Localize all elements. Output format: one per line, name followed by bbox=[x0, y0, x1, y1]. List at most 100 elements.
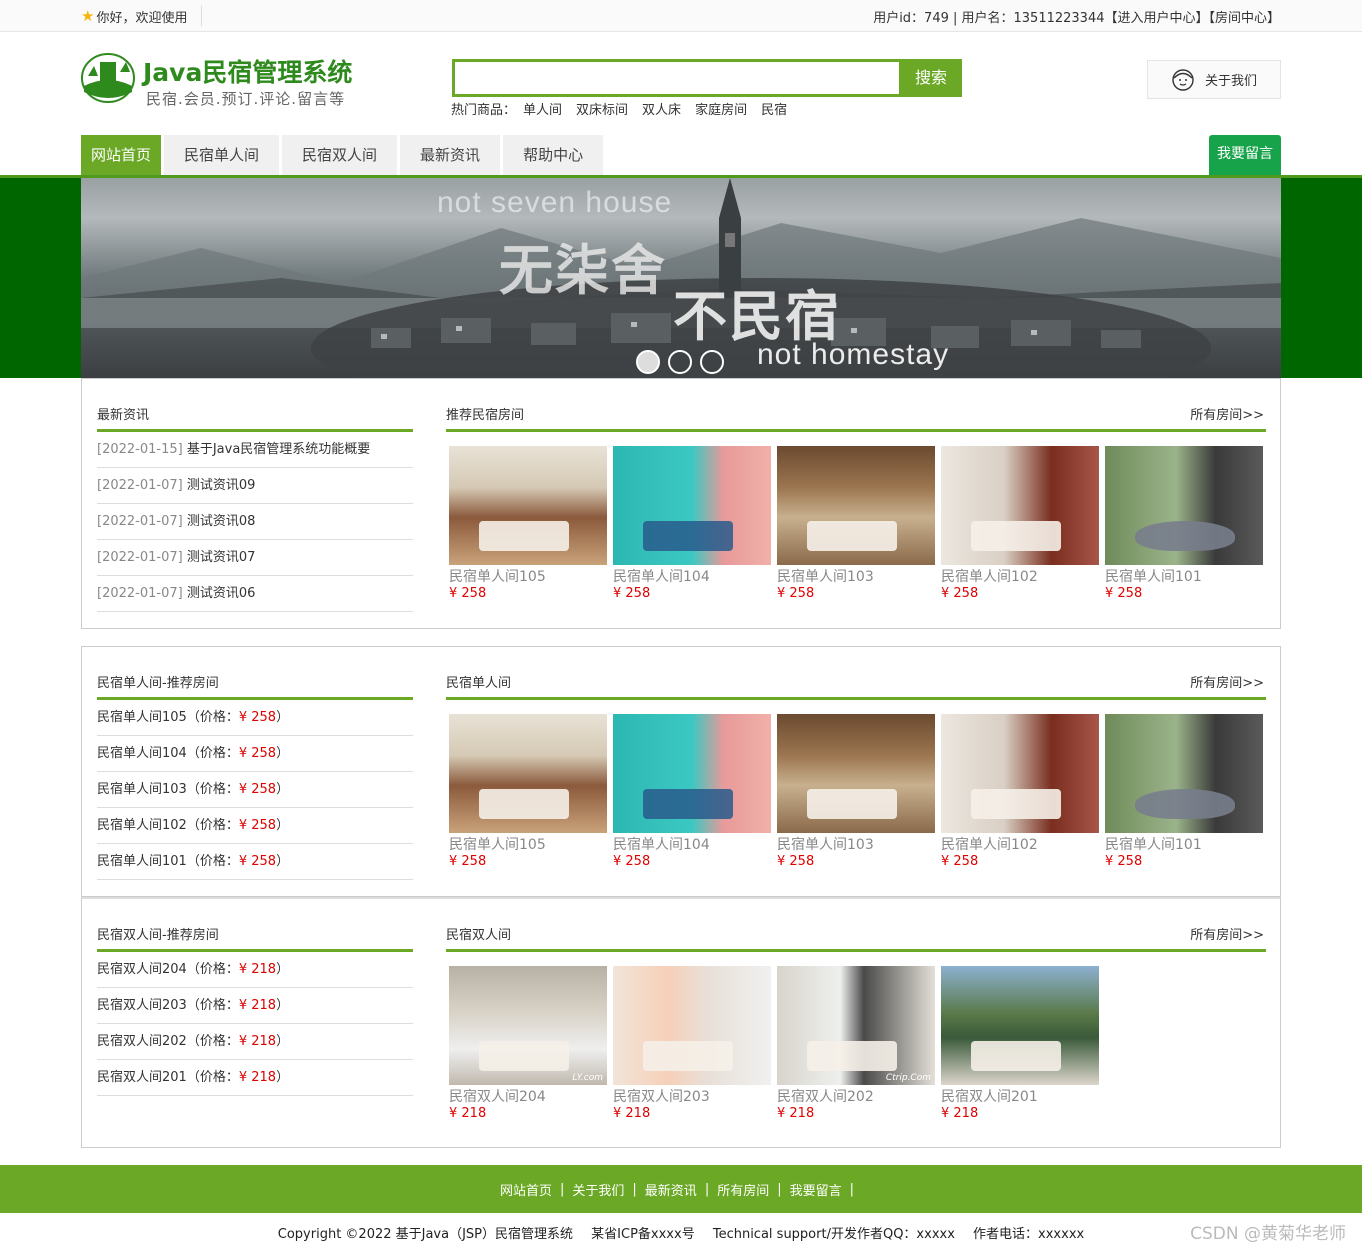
news-title-link[interactable]: 测试资讯07 bbox=[187, 550, 256, 565]
search-input[interactable] bbox=[452, 59, 902, 97]
all-rooms-link[interactable]: 所有房间>> bbox=[1190, 672, 1264, 691]
room-card[interactable]: 民宿单人间105 ¥ 258 bbox=[449, 714, 607, 870]
all-rooms-link[interactable]: 所有房间>> bbox=[1190, 924, 1264, 943]
double-side-item[interactable]: 民宿双人间201（价格：¥ 218） bbox=[97, 1060, 413, 1096]
room-photo[interactable] bbox=[613, 446, 771, 565]
side-room-name[interactable]: 民宿单人间101 bbox=[97, 854, 187, 869]
nav-help[interactable]: 帮助中心 bbox=[503, 135, 604, 175]
hot-item[interactable]: 单人间 bbox=[523, 99, 562, 118]
search-button[interactable]: 搜索 bbox=[900, 59, 962, 97]
room-name[interactable]: 民宿单人间104 bbox=[613, 836, 771, 854]
nav-news[interactable]: 最新资讯 bbox=[400, 135, 501, 175]
carousel-dot[interactable] bbox=[636, 350, 660, 374]
side-room-name[interactable]: 民宿单人间103 bbox=[97, 782, 187, 797]
side-room-name[interactable]: 民宿单人间102 bbox=[97, 818, 187, 833]
room-photo[interactable]: Ctrip.Com bbox=[777, 966, 935, 1085]
double-side-item[interactable]: 民宿双人间203（价格：¥ 218） bbox=[97, 988, 413, 1024]
room-card[interactable]: Ctrip.Com 民宿双人间202 ¥ 218 bbox=[777, 966, 935, 1122]
room-card[interactable]: 民宿单人间102 ¥ 258 bbox=[941, 714, 1099, 870]
side-room-name[interactable]: 民宿双人间204 bbox=[97, 962, 187, 977]
room-card[interactable]: 民宿单人间103 ¥ 258 bbox=[777, 714, 935, 870]
news-title-link[interactable]: 测试资讯08 bbox=[187, 514, 256, 529]
carousel-dot[interactable] bbox=[700, 350, 724, 374]
room-photo[interactable] bbox=[449, 714, 607, 833]
news-item[interactable]: [2022-01-07] 测试资讯06 bbox=[97, 576, 413, 612]
user-info[interactable]: 用户id：749 | 用户名：13511223344【进入用户中心】【房间中心】 bbox=[873, 7, 1280, 26]
single-side-item[interactable]: 民宿单人间104（价格：¥ 258） bbox=[97, 736, 413, 772]
footer-link-home[interactable]: 网站首页 bbox=[500, 1180, 552, 1199]
room-card[interactable]: 民宿单人间104 ¥ 258 bbox=[613, 446, 771, 602]
hot-item[interactable]: 双人床 bbox=[642, 99, 681, 118]
room-card[interactable]: 民宿双人间201 ¥ 218 bbox=[941, 966, 1099, 1122]
nav-single-rooms[interactable]: 民宿单人间 bbox=[164, 135, 280, 175]
about-us-button[interactable]: 关于我们 bbox=[1147, 60, 1281, 99]
news-title-link[interactable]: 测试资讯09 bbox=[187, 478, 256, 493]
hot-item[interactable]: 家庭房间 bbox=[695, 99, 747, 118]
single-side-item[interactable]: 民宿单人间101（价格：¥ 258） bbox=[97, 844, 413, 880]
footer-link-news[interactable]: 最新资讯 bbox=[645, 1180, 697, 1199]
room-name[interactable]: 民宿单人间103 bbox=[777, 836, 935, 854]
room-card[interactable]: 民宿单人间104 ¥ 258 bbox=[613, 714, 771, 870]
room-card[interactable]: 民宿单人间105 ¥ 258 bbox=[449, 446, 607, 602]
room-photo[interactable] bbox=[941, 966, 1099, 1085]
room-name[interactable]: 民宿单人间102 bbox=[941, 836, 1099, 854]
leave-message-button[interactable]: 我要留言 bbox=[1209, 135, 1281, 175]
side-room-name[interactable]: 民宿单人间105 bbox=[97, 710, 187, 725]
room-photo[interactable] bbox=[449, 446, 607, 565]
room-card[interactable]: 民宿双人间203 ¥ 218 bbox=[613, 966, 771, 1122]
room-name[interactable]: 民宿单人间101 bbox=[1105, 836, 1263, 854]
room-photo[interactable] bbox=[1105, 446, 1263, 565]
room-name[interactable]: 民宿单人间104 bbox=[613, 568, 771, 586]
nav-home[interactable]: 网站首页 bbox=[81, 135, 162, 175]
room-card[interactable]: 民宿单人间103 ¥ 258 bbox=[777, 446, 935, 602]
side-room-name[interactable]: 民宿双人间202 bbox=[97, 1034, 187, 1049]
room-name[interactable]: 民宿双人间202 bbox=[777, 1088, 935, 1106]
nav-double-rooms[interactable]: 民宿双人间 bbox=[282, 135, 398, 175]
room-photo[interactable] bbox=[941, 446, 1099, 565]
news-item[interactable]: [2022-01-07] 测试资讯08 bbox=[97, 504, 413, 540]
room-name[interactable]: 民宿单人间105 bbox=[449, 568, 607, 586]
room-name[interactable]: 民宿单人间102 bbox=[941, 568, 1099, 586]
side-room-name[interactable]: 民宿双人间201 bbox=[97, 1070, 187, 1085]
single-side-item[interactable]: 民宿单人间103（价格：¥ 258） bbox=[97, 772, 413, 808]
news-item[interactable]: [2022-01-07] 测试资讯09 bbox=[97, 468, 413, 504]
room-name[interactable]: 民宿双人间203 bbox=[613, 1088, 771, 1106]
all-rooms-link[interactable]: 所有房间>> bbox=[1190, 404, 1264, 423]
news-title-link[interactable]: 基于Java民宿管理系统功能概要 bbox=[187, 442, 370, 457]
double-side-item[interactable]: 民宿双人间204（价格：¥ 218） bbox=[97, 952, 413, 988]
site-title[interactable]: Java民宿管理系统 bbox=[143, 53, 352, 89]
room-photo[interactable]: LY.com bbox=[449, 966, 607, 1085]
copyright: Copyright ©2022 基于Java（JSP）民宿管理系统 某省ICP备… bbox=[0, 1223, 1362, 1242]
news-item[interactable]: [2022-01-07] 测试资讯07 bbox=[97, 540, 413, 576]
room-card[interactable]: 民宿单人间102 ¥ 258 bbox=[941, 446, 1099, 602]
room-name[interactable]: 民宿单人间103 bbox=[777, 568, 935, 586]
logo-icon[interactable] bbox=[80, 52, 136, 104]
footer-link-message[interactable]: 我要留言 bbox=[790, 1180, 842, 1199]
double-side-item[interactable]: 民宿双人间202（价格：¥ 218） bbox=[97, 1024, 413, 1060]
room-photo[interactable] bbox=[777, 714, 935, 833]
single-side-item[interactable]: 民宿单人间105（价格：¥ 258） bbox=[97, 700, 413, 736]
room-card[interactable]: 民宿单人间101 ¥ 258 bbox=[1105, 446, 1263, 602]
hot-item[interactable]: 民宿 bbox=[761, 99, 787, 118]
side-room-name[interactable]: 民宿双人间203 bbox=[97, 998, 187, 1013]
single-side-item[interactable]: 民宿单人间102（价格：¥ 258） bbox=[97, 808, 413, 844]
hot-item[interactable]: 双床标间 bbox=[576, 99, 628, 118]
banner-slide[interactable]: not seven house 无柒舍 不民宿 not homestay bbox=[81, 178, 1281, 378]
room-card[interactable]: LY.com 民宿双人间204 ¥ 218 bbox=[449, 966, 607, 1122]
room-photo[interactable] bbox=[941, 714, 1099, 833]
room-name[interactable]: 民宿双人间204 bbox=[449, 1088, 607, 1106]
room-photo[interactable] bbox=[613, 966, 771, 1085]
room-photo[interactable] bbox=[1105, 714, 1263, 833]
room-name[interactable]: 民宿双人间201 bbox=[941, 1088, 1099, 1106]
carousel-dot[interactable] bbox=[668, 350, 692, 374]
footer-link-rooms[interactable]: 所有房间 bbox=[717, 1180, 769, 1199]
room-card[interactable]: 民宿单人间101 ¥ 258 bbox=[1105, 714, 1263, 870]
footer-link-about[interactable]: 关于我们 bbox=[572, 1180, 624, 1199]
side-room-name[interactable]: 民宿单人间104 bbox=[97, 746, 187, 761]
news-title-link[interactable]: 测试资讯06 bbox=[187, 586, 256, 601]
room-name[interactable]: 民宿单人间105 bbox=[449, 836, 607, 854]
room-photo[interactable] bbox=[613, 714, 771, 833]
room-name[interactable]: 民宿单人间101 bbox=[1105, 568, 1263, 586]
room-photo[interactable] bbox=[777, 446, 935, 565]
news-item[interactable]: [2022-01-15] 基于Java民宿管理系统功能概要 bbox=[97, 432, 413, 468]
